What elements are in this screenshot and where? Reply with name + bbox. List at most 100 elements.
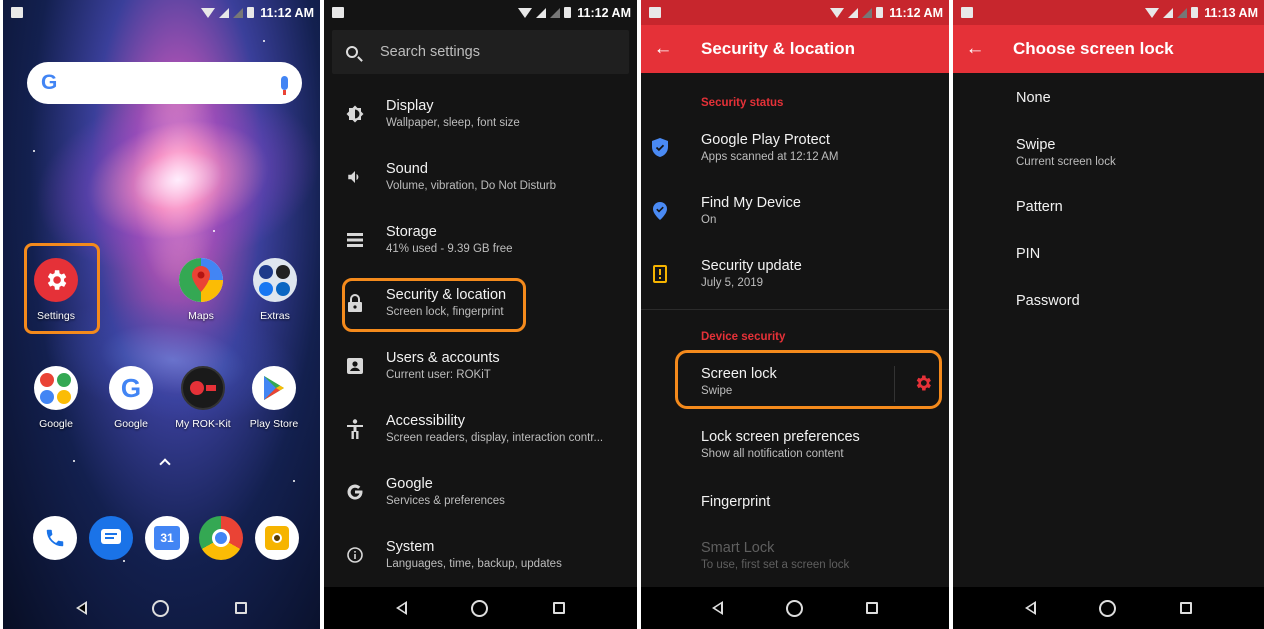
lock-option-pin[interactable]: PIN xyxy=(1016,246,1040,262)
back-icon[interactable] xyxy=(396,601,408,615)
notification-icon xyxy=(649,7,661,18)
folder-icon xyxy=(34,366,78,410)
status-bar: 11:13 AM xyxy=(953,0,1264,25)
app-label: Google xyxy=(39,418,73,430)
drive-icon xyxy=(40,389,54,404)
item-subtitle: 41% used - 9.39 GB free xyxy=(386,243,513,255)
google-icon xyxy=(324,483,386,501)
app-play-store[interactable]: Play Store xyxy=(234,366,314,430)
security-item-lock-screen-preferences[interactable]: Lock screen preferences Show all notific… xyxy=(641,429,949,460)
settings-item-system[interactable]: System Languages, time, backup, updates xyxy=(324,539,637,570)
item-title: Users & accounts xyxy=(386,350,500,366)
wifi-icon xyxy=(518,7,533,18)
folder-app-icon xyxy=(276,281,290,296)
google-search-bar[interactable]: G xyxy=(27,62,302,104)
app-bar: ← Security & location xyxy=(641,25,949,73)
home-icon[interactable] xyxy=(152,599,170,617)
maps-icon xyxy=(57,372,71,387)
search-placeholder: Search settings xyxy=(380,44,480,60)
status-time: 11:12 AM xyxy=(577,5,631,20)
status-time: 11:12 AM xyxy=(889,5,943,20)
star xyxy=(213,230,215,232)
arrow-back-icon[interactable]: ← xyxy=(953,38,997,60)
wifi-icon xyxy=(1145,7,1160,18)
lock-option-none[interactable]: None xyxy=(1016,90,1051,106)
page-title: Choose screen lock xyxy=(1013,39,1174,58)
recents-icon[interactable] xyxy=(235,602,248,614)
settings-item-storage[interactable]: Storage 41% used - 9.39 GB free xyxy=(324,224,637,255)
item-title: Smart Lock xyxy=(701,540,775,556)
item-subtitle: To use, first set a screen lock xyxy=(701,559,850,571)
item-title: Google xyxy=(386,476,433,492)
settings-item-accessibility[interactable]: Accessibility Screen readers, display, i… xyxy=(324,413,637,444)
back-icon[interactable] xyxy=(712,601,724,615)
security-item-play-protect[interactable]: Google Play Protect Apps scanned at 12:1… xyxy=(641,132,949,163)
settings-item-sound[interactable]: Sound Volume, vibration, Do Not Disturb xyxy=(324,161,637,192)
security-item-security-update[interactable]: Security update July 5, 2019 xyxy=(641,258,949,289)
back-icon[interactable] xyxy=(1024,601,1036,615)
security-item-fingerprint[interactable]: Fingerprint xyxy=(641,494,949,510)
mic-icon[interactable] xyxy=(281,76,288,95)
app-label: Maps xyxy=(188,310,214,322)
volume-icon xyxy=(324,168,386,186)
status-time: 11:12 AM xyxy=(260,5,314,20)
shield-icon xyxy=(641,138,679,157)
item-subtitle: Screen readers, display, interaction con… xyxy=(386,432,604,444)
item-title: Lock screen preferences xyxy=(701,429,860,445)
app-extras-folder[interactable]: Extras xyxy=(235,258,315,322)
star xyxy=(33,150,35,152)
battery-icon xyxy=(1191,7,1199,18)
settings-item-google[interactable]: Google Services & preferences xyxy=(324,476,637,507)
lock-option-swipe[interactable]: Swipe Current screen lock xyxy=(1016,137,1116,168)
settings-item-display[interactable]: Display Wallpaper, sleep, font size xyxy=(324,98,637,129)
option-title: PIN xyxy=(1016,246,1041,262)
signal-icon xyxy=(536,7,547,18)
item-title: Security update xyxy=(701,258,802,274)
recents-icon[interactable] xyxy=(865,602,878,614)
item-subtitle: July 5, 2019 xyxy=(701,277,764,289)
back-icon[interactable] xyxy=(75,601,87,615)
item-title: Display xyxy=(386,98,434,114)
settings-item-users-accounts[interactable]: Users & accounts Current user: ROKiT xyxy=(324,350,637,381)
status-bar: 11:12 AM xyxy=(641,0,949,25)
wifi-icon xyxy=(201,7,216,18)
info-icon xyxy=(324,546,386,563)
app-drawer-chevron-icon[interactable] xyxy=(159,458,171,470)
battery-icon xyxy=(876,7,884,18)
app-my-rok-kit[interactable]: My ROK-Kit xyxy=(163,366,243,430)
wifi-icon xyxy=(830,7,845,18)
choose-screen-lock-panel: 11:13 AM ← Choose screen lock None Swipe… xyxy=(953,0,1264,629)
camera-lens xyxy=(272,533,282,543)
highlight-box xyxy=(24,243,100,334)
signal-icon xyxy=(848,7,859,18)
home-icon[interactable] xyxy=(1099,599,1117,617)
arrow-back-icon[interactable]: ← xyxy=(641,38,685,60)
app-label: Google xyxy=(114,418,148,430)
app-google[interactable]: G Google xyxy=(91,366,171,430)
home-icon[interactable] xyxy=(785,599,803,617)
option-title: Password xyxy=(1016,293,1080,309)
home-icon[interactable] xyxy=(471,599,489,617)
security-item-smart-lock: Smart Lock To use, first set a screen lo… xyxy=(641,540,949,571)
lock-option-pattern[interactable]: Pattern xyxy=(1016,199,1063,215)
notification-icon xyxy=(961,7,973,18)
status-time: 11:13 AM xyxy=(1204,5,1258,20)
folder-app-icon xyxy=(259,264,273,279)
search-settings-bar[interactable]: Search settings xyxy=(332,30,629,74)
app-maps[interactable]: Maps xyxy=(161,258,241,322)
option-title: Swipe xyxy=(1016,137,1056,153)
battery-icon xyxy=(564,7,572,18)
app-google-folder[interactable]: Google xyxy=(16,366,96,430)
rok-kit-icon xyxy=(181,366,225,410)
star xyxy=(263,40,265,42)
calendar-day: 31 xyxy=(154,526,180,550)
dock-camera[interactable] xyxy=(237,516,317,560)
facebook-icon xyxy=(259,281,273,296)
recents-icon[interactable] xyxy=(552,602,565,614)
item-title: Find My Device xyxy=(701,195,801,211)
gmail-icon xyxy=(40,372,54,387)
item-title: Google Play Protect xyxy=(701,132,830,148)
security-item-find-my-device[interactable]: Find My Device On xyxy=(641,195,949,226)
lock-option-password[interactable]: Password xyxy=(1016,293,1080,309)
recents-icon[interactable] xyxy=(1180,602,1193,614)
